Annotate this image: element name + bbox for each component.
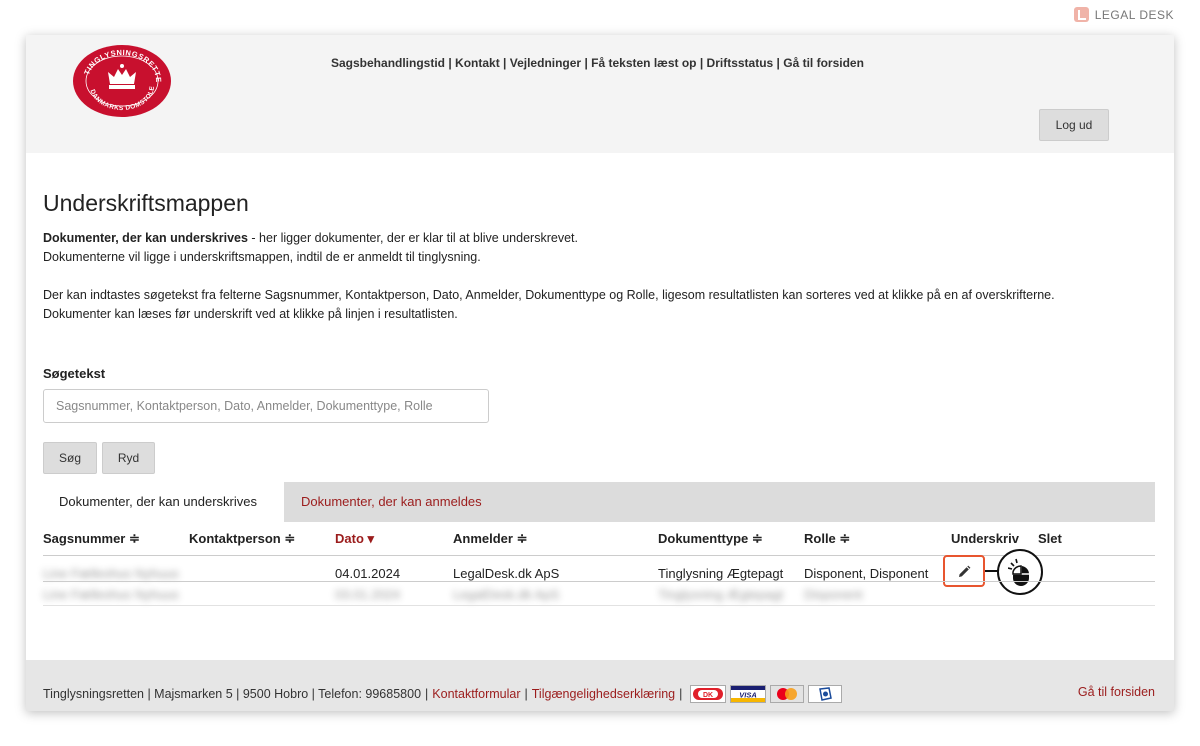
nav-read-aloud[interactable]: Få teksten læst op	[591, 56, 696, 70]
legaldesk-logo-icon	[1073, 7, 1089, 22]
cell-dato: 03.01.2024	[335, 587, 401, 602]
svg-text:DK: DK	[703, 692, 713, 699]
cell-anmelder: LegalDesk.dk ApS	[453, 587, 560, 602]
nav-kontakt[interactable]: Kontakt	[455, 56, 500, 70]
logout-button[interactable]: Log ud	[1039, 109, 1109, 141]
sign-document-button[interactable]	[943, 555, 985, 587]
row-divider	[43, 581, 1155, 582]
footer-info: Tinglysningsretten | Majsmarken 5 | 9500…	[43, 685, 843, 703]
browser-page: TINGLYSNINGSRETTEN DANMARKS DOMSTOLE Sag…	[26, 35, 1174, 711]
column-header-dokumenttype[interactable]: Dokumenttype ≑	[658, 531, 763, 547]
search-button[interactable]: Søg	[43, 442, 97, 474]
brand-name: LEGAL DESK	[1094, 7, 1174, 22]
nav-driftsstatus[interactable]: Driftsstatus	[707, 56, 774, 70]
legaldesk-brand: LEGAL DESK	[1073, 7, 1174, 22]
nav-sagsbehandlingstid[interactable]: Sagsbehandlingstid	[331, 56, 445, 70]
cell-rolle: Disponent	[804, 587, 863, 602]
column-header-underskriv: Underskriv	[951, 531, 1019, 546]
page-intro: Dokumenter, der kan underskrives - her l…	[43, 231, 1055, 321]
top-navigation: Sagsbehandlingstid | Kontakt | Vejlednin…	[331, 56, 864, 70]
cell-anmelder: LegalDesk.dk ApS	[453, 566, 560, 581]
cell-dato: 04.01.2024	[335, 566, 401, 581]
accessibility-link[interactable]: Tilgængelighedserklæring	[532, 687, 675, 701]
column-header-anmelder[interactable]: Anmelder ≑	[453, 531, 527, 547]
column-header-dato[interactable]: Dato ▾	[335, 531, 374, 547]
search-label: Søgetekst	[43, 366, 106, 381]
column-header-rolle[interactable]: Rolle ≑	[804, 531, 850, 547]
domstole-seal-logo[interactable]: TINGLYSNINGSRETTEN DANMARKS DOMSTOLE	[72, 44, 172, 118]
cell-rolle: Disponent, Disponent	[804, 566, 929, 581]
site-header: TINGLYSNINGSRETTEN DANMARKS DOMSTOLE Sag…	[26, 35, 1174, 153]
tab-bar: Dokumenter, der kan underskrives Dokumen…	[43, 482, 1155, 522]
search-input[interactable]	[43, 389, 489, 423]
tab-can-register[interactable]: Dokumenter, der kan anmeldes	[285, 482, 498, 522]
svg-text:VISA: VISA	[740, 691, 758, 700]
dankort-card-icon: DK	[690, 685, 727, 703]
pencil-icon	[959, 565, 971, 577]
column-header-slet: Slet	[1038, 531, 1062, 546]
nav-vejledninger[interactable]: Vejledninger	[510, 56, 581, 70]
cell-dokumenttype: Tinglysning Ægtepagt	[658, 587, 784, 602]
visa-card-icon: VISA	[730, 685, 767, 703]
tab-can-sign[interactable]: Dokumenter, der kan underskrives	[43, 482, 284, 522]
table-header-divider	[43, 555, 1155, 556]
cell-dokumenttype: Tinglysning Ægtepagt	[658, 566, 784, 581]
secure-payment-icon	[808, 685, 843, 703]
contact-form-link[interactable]: Kontaktformular	[432, 687, 520, 701]
row-divider	[43, 605, 1155, 606]
column-header-sagsnummer[interactable]: Sagsnummer ≑	[43, 531, 140, 547]
cell-sagsnummer: Line Fælleshus Nyhuus	[43, 566, 179, 581]
footer-address: Tinglysningsretten | Majsmarken 5 | 9500…	[43, 687, 422, 701]
clear-button[interactable]: Ryd	[102, 442, 155, 474]
page-title: Underskriftsmappen	[43, 190, 249, 216]
column-header-kontaktperson[interactable]: Kontaktperson ≑	[189, 531, 295, 547]
site-footer: Tinglysningsretten | Majsmarken 5 | 9500…	[26, 660, 1174, 711]
nav-frontpage[interactable]: Gå til forsiden	[783, 56, 864, 70]
footer-frontpage-link[interactable]: Gå til forsiden	[1078, 685, 1155, 699]
mastercard-icon	[770, 685, 805, 703]
mouse-click-icon	[997, 549, 1043, 595]
intro-bold: Dokumenter, der kan underskrives	[43, 231, 248, 245]
cell-sagsnummer: Line Fælleshus Nyhuus	[43, 587, 179, 602]
